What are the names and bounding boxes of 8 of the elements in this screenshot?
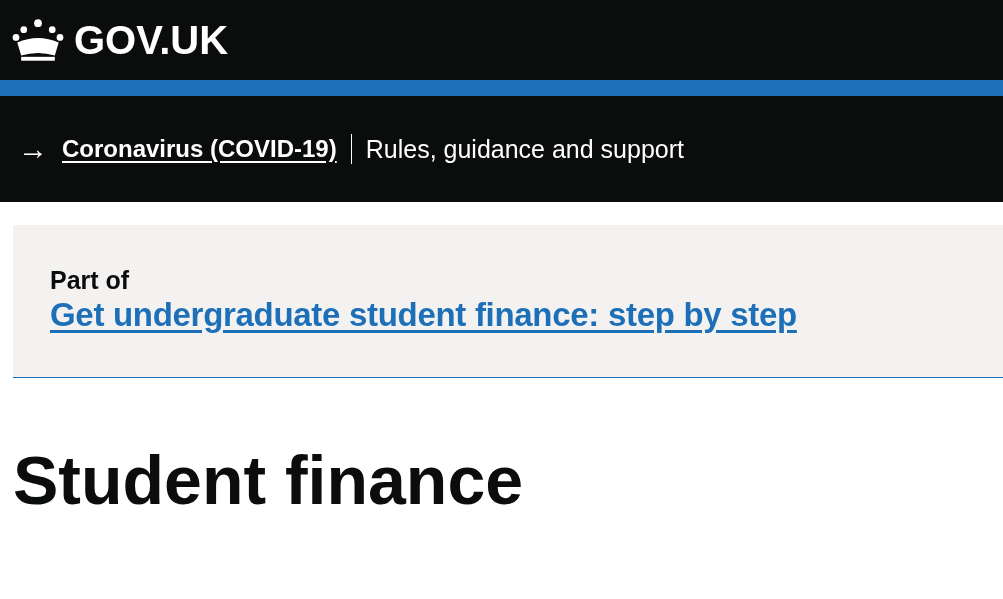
crown-icon xyxy=(12,18,64,62)
page-title: Student finance xyxy=(13,446,524,514)
banner-description: Rules, guidance and support xyxy=(364,134,684,164)
covid-link[interactable]: Coronavirus (COVID-19) xyxy=(62,134,352,164)
part-of-label: Part of xyxy=(50,265,130,295)
arrow-glyph: → xyxy=(18,134,48,164)
govuk-logo-link[interactable]: GOV.UK xyxy=(12,18,229,62)
step-by-step-link[interactable]: Get undergraduate student finance: step by step xyxy=(50,295,797,335)
